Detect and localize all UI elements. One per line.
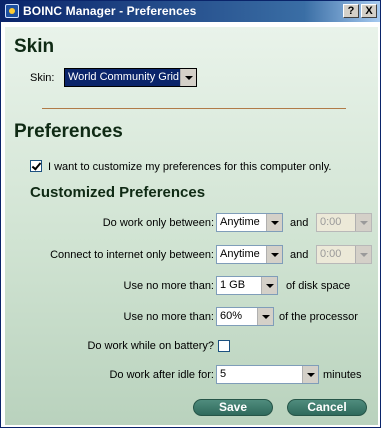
idle-label: Do work after idle for: [109,369,214,381]
chevron-down-icon [266,246,282,263]
work-end-select[interactable]: 0:00 [316,213,372,232]
connect-start-value: Anytime [220,248,260,260]
processor-suffix: of the processor [279,311,358,323]
idle-suffix: minutes [323,369,362,381]
disk-select[interactable]: 1 GB [216,276,278,295]
chevron-down-icon [355,246,371,263]
help-button[interactable]: ? [343,4,359,18]
battery-checkbox[interactable] [218,340,230,352]
save-button[interactable]: Save [193,399,273,416]
disk-label: Use no more than: [123,280,215,292]
disk-suffix: of disk space [286,280,351,292]
window-title: BOINC Manager - Preferences [23,4,197,18]
preferences-window: BOINC Manager - Preferences ? X Skin Ski… [0,0,381,428]
work-start-value: Anytime [220,216,260,228]
idle-value: 5 [220,368,227,380]
connect-and-label: and [290,249,309,261]
chevron-down-icon [266,214,282,231]
skin-label: Skin: [30,72,55,84]
customized-preferences-heading: Customized Preferences [30,184,206,201]
customize-checkbox[interactable] [30,160,42,172]
close-button[interactable]: X [361,4,377,18]
cancel-button[interactable]: Cancel [287,399,367,416]
skin-select[interactable]: World Community Grid [64,68,197,87]
disk-value: 1 GB [220,279,246,291]
boinc-app-icon [5,4,19,18]
chevron-down-icon [355,214,371,231]
skin-heading: Skin [14,36,55,57]
section-divider [42,108,346,109]
connect-end-value: 0:00 [320,248,342,260]
battery-label: Do work while on battery? [87,340,214,352]
idle-select[interactable]: 5 [216,365,319,384]
connect-start-select[interactable]: Anytime [216,245,283,264]
processor-select[interactable]: 60% [216,307,274,326]
chevron-down-icon [302,366,318,383]
customize-checkbox-label: I want to customize my preferences for t… [48,161,332,173]
connect-between-label: Connect to internet only between: [50,249,214,261]
connect-end-select[interactable]: 0:00 [316,245,372,264]
title-bar[interactable]: BOINC Manager - Preferences ? X [1,1,380,22]
processor-value: 60% [220,310,243,322]
skin-select-value: World Community Grid [68,71,180,83]
preferences-heading: Preferences [14,121,123,142]
chevron-down-icon [257,308,273,325]
work-between-label: Do work only between: [102,217,214,229]
work-start-select[interactable]: Anytime [216,213,283,232]
processor-label: Use no more than: [123,311,215,323]
chevron-down-icon [261,277,277,294]
preferences-panel: Skin Skin: World Community Grid Preferen… [5,27,378,425]
chevron-down-icon [180,69,196,86]
work-end-value: 0:00 [320,216,342,228]
work-and-label: and [290,217,309,229]
